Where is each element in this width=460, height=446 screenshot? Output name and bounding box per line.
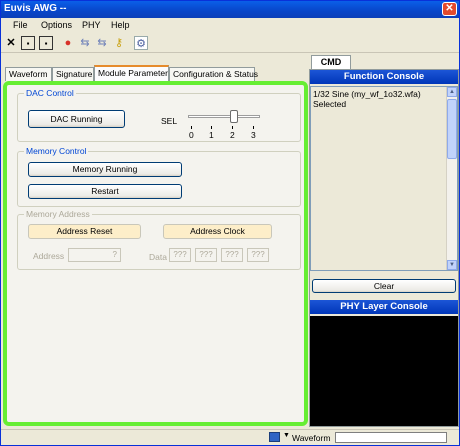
slider-track	[188, 115, 260, 118]
slider-tick	[191, 126, 192, 129]
function-console-header: Function Console	[310, 70, 458, 84]
scroll-up-icon[interactable]: ▲	[447, 87, 457, 97]
close-window-button[interactable]: ✕	[442, 2, 457, 16]
slider-thumb[interactable]	[230, 110, 238, 123]
dac-running-button[interactable]: DAC Running	[28, 110, 125, 128]
tab-module-parameter[interactable]: Module Parameter	[94, 65, 169, 81]
title-bar: Euvis AWG -- ✕	[1, 1, 459, 18]
menu-help[interactable]: Help	[111, 20, 130, 30]
data-label: Data	[149, 252, 167, 262]
tab-signature[interactable]: Signature	[52, 67, 94, 81]
slider-tick	[253, 126, 254, 129]
data-field[interactable]: ???	[195, 248, 217, 262]
slider-tick	[232, 126, 233, 129]
tab-cmd[interactable]: CMD	[311, 55, 351, 69]
toolbar: ✕ ▪ ▪ ● ⇆ ⇆ ⚷ ⚙	[1, 33, 459, 53]
stop-icon[interactable]: ●	[61, 36, 75, 50]
save-all-icon[interactable]: ▪	[39, 36, 53, 50]
key-icon[interactable]: ⚷	[112, 36, 126, 50]
menu-file[interactable]: File	[13, 20, 28, 30]
slider-tick-label: 2	[230, 130, 235, 140]
data-field[interactable]: ???	[247, 248, 269, 262]
tab-configuration-status[interactable]: Configuration & Status	[169, 67, 258, 81]
menu-phy[interactable]: PHY	[82, 20, 101, 30]
slider-tick-label: 1	[209, 130, 214, 140]
sel-label: SEL	[161, 116, 178, 126]
address-field[interactable]: ?	[68, 248, 121, 262]
save-icon[interactable]: ▪	[21, 36, 35, 50]
clear-button[interactable]: Clear	[312, 279, 456, 293]
monitor-icon	[269, 432, 280, 442]
phy-console-output[interactable]	[310, 316, 458, 426]
dac-control-title: DAC Control	[24, 88, 76, 98]
scroll-down-icon[interactable]: ▼	[447, 260, 457, 270]
memory-address-group: Memory Address Address Reset Address Clo…	[17, 209, 301, 270]
data-field[interactable]: ???	[221, 248, 243, 262]
sel-slider[interactable]: 0 1 2 3	[184, 99, 264, 140]
slider-tick-label: 3	[251, 130, 256, 140]
settings-icon[interactable]: ⚙	[134, 36, 148, 50]
function-console-output[interactable]: 1/32 Sine (my_wf_1o32.wfa) Selected ▲ ▼	[310, 86, 458, 271]
cmd-panel: Function Console 1/32 Sine (my_wf_1o32.w…	[309, 69, 459, 427]
memory-control-group: Memory Control Memory Running Restart	[17, 146, 301, 207]
address-clock-button[interactable]: Address Clock	[163, 224, 272, 239]
module-parameter-panel: DAC Control DAC Running SEL 0 1 2 3 Memo…	[3, 81, 308, 426]
status-bar: ▼ Waveform	[1, 429, 459, 445]
phy-console-header: PHY Layer Console	[310, 300, 458, 314]
data-field[interactable]: ???	[169, 248, 191, 262]
memory-address-title: Memory Address	[24, 209, 92, 219]
slider-tick-label: 0	[189, 130, 194, 140]
progress-bar	[335, 432, 447, 443]
address-reset-button[interactable]: Address Reset	[28, 224, 141, 239]
window-title: Euvis AWG --	[4, 3, 67, 14]
status-waveform-label: Waveform	[292, 433, 331, 443]
restart-button[interactable]: Restart	[28, 184, 182, 199]
connect-icon[interactable]: ⇆	[78, 36, 92, 50]
scroll-thumb[interactable]	[447, 99, 457, 159]
menu-options[interactable]: Options	[41, 20, 72, 30]
console-line: Selected	[313, 99, 347, 109]
menu-bar: File Options PHY Help	[1, 18, 459, 33]
app-window: Euvis AWG -- ✕ File Options PHY Help ✕ ▪…	[0, 0, 460, 446]
memory-control-title: Memory Control	[24, 146, 89, 156]
tab-waveform[interactable]: Waveform	[5, 67, 52, 81]
console-scrollbar[interactable]: ▲ ▼	[446, 87, 457, 270]
console-line: 1/32 Sine (my_wf_1o32.wfa)	[313, 89, 421, 99]
slider-tick	[211, 126, 212, 129]
close-x-icon[interactable]: ✕	[4, 36, 18, 50]
dropdown-arrow-icon[interactable]: ▼	[283, 432, 290, 439]
memory-running-button[interactable]: Memory Running	[28, 162, 182, 177]
disconnect-icon[interactable]: ⇆	[95, 36, 109, 50]
address-label: Address	[33, 251, 65, 261]
dac-control-group: DAC Control DAC Running SEL 0 1 2 3	[17, 88, 301, 142]
